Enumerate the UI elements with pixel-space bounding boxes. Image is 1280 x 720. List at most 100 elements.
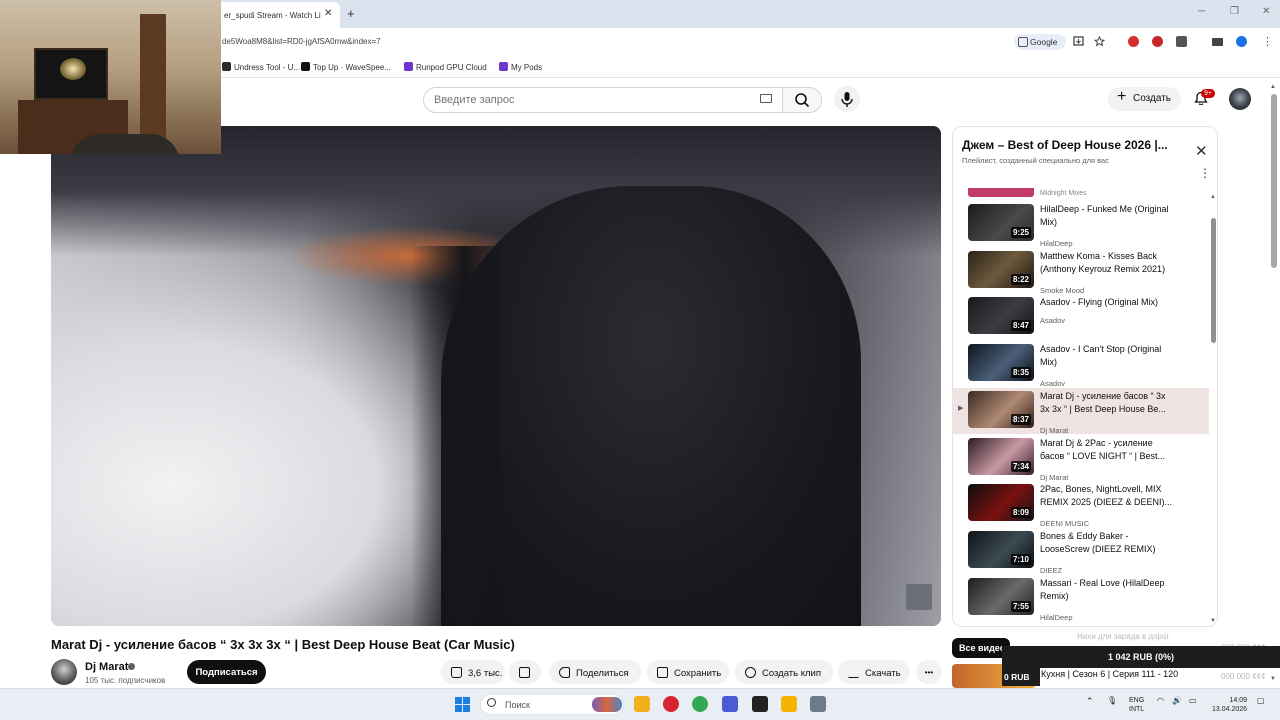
tray-overflow-icon[interactable]: ⌃ [1086, 696, 1094, 707]
webcam-lamp [60, 58, 86, 80]
playlist-item-thumbnail[interactable] [968, 188, 1034, 197]
playlist-scroll-up-icon[interactable]: ▲ [1210, 194, 1216, 200]
playlist-item[interactable]: 7:34 Marat Dj & 2Pac - усиление басов “ L… [953, 435, 1209, 482]
account-avatar[interactable] [1229, 88, 1251, 110]
channel-avatar[interactable] [51, 659, 77, 685]
bookmark-favicon-icon [222, 62, 231, 71]
install-app-icon[interactable] [1073, 36, 1084, 47]
keyboard-icon[interactable] [760, 94, 772, 103]
playlist-item[interactable]: 7:10 Bones & Eddy Baker - LooseScrew (DIE… [953, 528, 1209, 575]
playlist-scroll-down-icon[interactable]: ▼ [1210, 618, 1216, 624]
google-lens-chip[interactable]: Google [1014, 34, 1066, 50]
language-indicator[interactable]: ENG INTL [1129, 696, 1144, 714]
plus-icon: + [1117, 88, 1127, 105]
search-input[interactable] [423, 87, 783, 113]
windows-start-icon[interactable] [455, 697, 470, 712]
playlist-item-title: HilalDeep - Funked Me (Original Mix) [1040, 204, 1169, 227]
extensions-puzzle-icon[interactable] [1176, 36, 1187, 47]
video-frame-figure [441, 186, 861, 626]
bookmark-star-icon[interactable] [1094, 36, 1105, 47]
channel-watermark[interactable] [906, 584, 932, 610]
playlist-item[interactable]: 9:25 HilalDeep - Funked Me (Original Mix)… [953, 201, 1209, 248]
playlist-item-thumbnail[interactable]: 8:35 [968, 344, 1034, 382]
playlist-more-icon[interactable]: ⋮ [1199, 167, 1211, 179]
playlist-item-thumbnail[interactable]: 7:34 [968, 437, 1034, 475]
playlist-item-thumbnail[interactable]: 9:25 [968, 204, 1034, 241]
extension-icon[interactable] [1128, 36, 1139, 47]
video-player[interactable] [51, 126, 941, 626]
save-button[interactable]: Сохранить [647, 660, 729, 684]
playlist-item[interactable]: 7:55 Massari - Real Love (HilalDeep Remix… [953, 575, 1209, 622]
recommended-title[interactable]: Кухня | Сезон 6 | Серия 111 - 120 [1041, 668, 1201, 680]
browser-tab[interactable]: er_spudi Stream - Watch Li [216, 2, 340, 28]
playlist-close-icon[interactable]: ✕ [1195, 142, 1208, 160]
playlist-scrollbar[interactable] [1211, 218, 1216, 343]
search-button[interactable] [782, 87, 822, 113]
playlist-item[interactable]: 8:09 2Pac, Bones, NightLovell, MIX REMIX … [953, 481, 1209, 528]
wifi-icon[interactable]: ◠ [1157, 696, 1164, 705]
volume-icon[interactable]: 🔊 [1172, 696, 1182, 705]
playlist-item-author: Dj Marat [1040, 425, 1069, 435]
playlist-item-thumbnail[interactable]: 8:47 [968, 297, 1034, 335]
playlist-subtitle: Плейлист, созданный специально для вас [962, 156, 1109, 165]
bookmark-item[interactable]: My Pods [499, 62, 542, 72]
clip-button[interactable]: Создать клип [735, 660, 833, 684]
more-actions-button[interactable]: ••• [916, 660, 942, 684]
app-icon[interactable] [781, 696, 797, 712]
playlist-item-author: Smoke Mood [1040, 285, 1085, 295]
playlist-item[interactable]: 8:47 Asadov - Flying (Original Mix) Asadov [953, 294, 1209, 340]
dislike-button[interactable] [509, 660, 541, 684]
bookmark-item[interactable]: Runpod GPU Cloud [404, 62, 487, 72]
playlist-item-thumbnail[interactable]: 7:10 [968, 530, 1034, 568]
app-icon[interactable] [752, 696, 768, 712]
playlist-item[interactable]: 8:35 Asadov - I Can't Stop (Original Mix)… [953, 341, 1209, 388]
playlist-item-thumbnail[interactable]: 8:22 [968, 250, 1034, 288]
reading-list-icon[interactable] [1212, 38, 1223, 46]
playlist-item-thumbnail[interactable]: 7:55 [968, 577, 1034, 615]
share-label: Поделиться [576, 668, 629, 679]
app-icon[interactable] [722, 696, 738, 712]
page-scroll-down-icon[interactable]: ▼ [1270, 676, 1276, 682]
bookmark-item[interactable]: Undress Tool - U... [222, 62, 300, 72]
tab-close-icon[interactable]: ✕ [324, 8, 332, 19]
playlist-item-author: Midnight Mixes [1040, 190, 1087, 197]
balance-overlay: 1 042 RUB (0%) [1002, 646, 1280, 668]
like-button[interactable]: 3,6 тыс. [441, 660, 505, 684]
window-close-icon[interactable]: ✕ [1262, 6, 1270, 17]
battery-icon[interactable]: ▭ [1189, 696, 1197, 705]
microphone-tray-icon[interactable]: 🎙 [1107, 696, 1117, 705]
page-scroll-up-icon[interactable]: ▲ [1270, 84, 1276, 90]
restore-icon[interactable]: ❐ [1230, 6, 1239, 17]
settings-icon[interactable] [810, 696, 826, 712]
download-button[interactable]: Скачать [838, 660, 910, 684]
browser-menu-icon[interactable]: ⋮ [1262, 35, 1273, 48]
subscribe-button[interactable]: Подписаться [187, 660, 266, 684]
opera-browser-icon[interactable] [663, 696, 679, 712]
new-tab-button[interactable]: + [347, 6, 355, 21]
playlist-item-title: Asadov - I Can't Stop (Original Mix) [1040, 344, 1162, 368]
file-explorer-icon[interactable] [634, 696, 650, 712]
video-frame-hair [411, 246, 501, 626]
share-icon [559, 667, 570, 678]
playlist-item[interactable]: 8:22 Matthew Koma - Kisses Back (Anthony … [953, 248, 1209, 295]
url-field[interactable]: de5Woa8M8&list=RD0-jgAfSA0mw&index=7 [222, 37, 381, 46]
search-highlight-icon [592, 697, 622, 712]
playlist-item[interactable]: ▶ 8:37 Marat Dj - усиление басов “ 3x 3x 3… [953, 387, 1209, 435]
chrome-browser-icon[interactable] [692, 696, 708, 712]
share-button[interactable]: Поделиться [549, 660, 641, 684]
voice-search-button[interactable] [834, 86, 860, 112]
notification-center-icon[interactable]: ▢ [1257, 696, 1265, 705]
clock[interactable]: 14:09 13.04.2026 [1212, 696, 1247, 714]
profile-icon[interactable] [1236, 36, 1247, 47]
page-scrollbar[interactable] [1271, 94, 1277, 268]
extension-icon[interactable] [1152, 36, 1163, 47]
google-chip-label: Google [1030, 37, 1058, 47]
minimize-icon[interactable]: ─ [1198, 6, 1205, 17]
bookmark-item[interactable]: Top Up · WaveSpee... [301, 62, 391, 72]
channel-name[interactable]: Dj Marat [85, 661, 128, 673]
download-label: Скачать [865, 668, 901, 679]
bookmark-favicon-icon [499, 62, 508, 71]
playlist-title[interactable]: Джем – Best of Deep House 2026 |... [962, 138, 1182, 152]
playlist-item-thumbnail[interactable]: 8:37 [968, 390, 1034, 428]
playlist-item-thumbnail[interactable]: 8:09 [968, 484, 1034, 522]
